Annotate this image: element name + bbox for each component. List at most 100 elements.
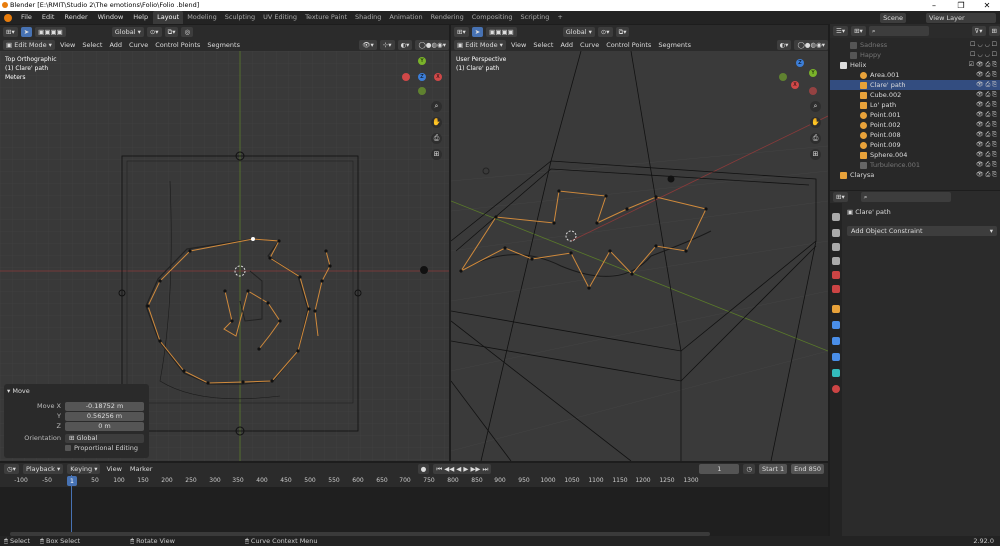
navigation-gizmo-y[interactable]: Y xyxy=(418,57,426,65)
visibility-icons[interactable]: ☑ 👁 ⎙ ⎘ xyxy=(969,60,997,70)
visibility-icons[interactable]: 👁 ⎙ ⎘ xyxy=(976,130,997,140)
redo-panel-title[interactable]: ▾ Move xyxy=(7,387,146,396)
pan-hand-icon-right[interactable]: ✋ xyxy=(810,117,821,128)
minimize-button[interactable]: – xyxy=(921,0,947,11)
outliner-row[interactable]: Area.001 👁 ⎙ ⎘ xyxy=(830,70,1000,80)
world-tab-icon[interactable] xyxy=(832,285,840,293)
move-x-field[interactable]: -0.18752 m xyxy=(65,401,144,411)
move-z-field[interactable]: 0 m xyxy=(65,421,144,431)
navigation-gizmo-neg-x-right[interactable] xyxy=(809,87,817,95)
outliner-display-mode[interactable]: ⊞▾ xyxy=(851,26,866,36)
navigation-gizmo-x-right[interactable]: X xyxy=(791,81,799,89)
camera-icon-right[interactable]: ⎙ xyxy=(810,133,821,144)
overlay-button[interactable]: ◐▾ xyxy=(397,39,413,50)
outliner-row[interactable]: Sphere.004 👁 ⎙ ⎘ xyxy=(830,150,1000,160)
shading-buttons[interactable]: ◯●◍◉▾ xyxy=(415,39,449,50)
timeline-view-menu[interactable]: View xyxy=(104,465,123,473)
menu-select[interactable]: Select xyxy=(80,41,104,49)
render-tab-icon[interactable] xyxy=(832,229,840,237)
move-y-field[interactable]: 0.56256 m xyxy=(65,411,144,421)
visibility-icons[interactable]: 👁 ⎙ ⎘ xyxy=(976,150,997,160)
camera-icon[interactable]: ⎙ xyxy=(431,133,442,144)
tab-layout[interactable]: Layout xyxy=(153,11,184,24)
grid-icon[interactable]: ⊞ xyxy=(431,149,442,160)
outliner-row[interactable]: Point.008 👁 ⎙ ⎘ xyxy=(830,130,1000,140)
add-workspace-button[interactable]: + xyxy=(553,11,566,24)
outliner-filter-button[interactable]: ⊽▾ xyxy=(971,26,986,36)
visibility-button[interactable]: 👁▾ xyxy=(359,39,377,50)
visibility-icons[interactable]: 👁 ⎙ ⎘ xyxy=(976,170,997,180)
outliner-row[interactable]: Sadness ☐ ◡ ◡ ☐ xyxy=(830,40,1000,50)
properties-search[interactable]: ⌕ xyxy=(860,192,951,202)
outliner-row[interactable]: Helix ☑ 👁 ⎙ ⎘ xyxy=(830,60,1000,70)
outliner-search[interactable]: ⌕ xyxy=(868,26,929,36)
editor-type-button[interactable]: ⊞▾ xyxy=(3,26,18,37)
select-tool-button[interactable]: ➤ xyxy=(20,26,33,37)
navigation-gizmo-neg-y[interactable] xyxy=(418,87,426,95)
transform-orientation-select-right[interactable]: Global ▾ xyxy=(562,26,595,37)
right-viewport[interactable]: User Perspective (1) Clare' path Z Y X ⌕… xyxy=(451,51,828,461)
tab-shading[interactable]: Shading xyxy=(351,11,385,24)
menu-view-right[interactable]: View xyxy=(509,41,528,49)
view-layer-selector[interactable]: View Layer xyxy=(926,12,996,23)
mode-select-right[interactable]: ▣ Edit Mode ▾ xyxy=(454,39,506,50)
outliner-row[interactable]: Point.002 👁 ⎙ ⎘ xyxy=(830,120,1000,130)
tab-compositing[interactable]: Compositing xyxy=(468,11,517,24)
blender-menu-icon[interactable] xyxy=(4,13,12,22)
editor-type-button-right[interactable]: ⊞▾ xyxy=(454,26,469,37)
menu-view[interactable]: View xyxy=(58,41,77,49)
visibility-icons[interactable]: 👁 ⎙ ⎘ xyxy=(976,120,997,130)
data-tab-icon[interactable] xyxy=(832,369,840,377)
playback-menu[interactable]: Playback ▾ xyxy=(22,464,64,474)
navigation-gizmo-z[interactable]: Z xyxy=(418,73,426,81)
tool-tab-icon[interactable] xyxy=(832,213,840,221)
keying-menu[interactable]: Keying ▾ xyxy=(67,464,101,474)
overlay-button-right[interactable]: ◐▾ xyxy=(776,39,792,50)
clock-icon[interactable]: ◷ xyxy=(743,464,756,474)
pan-hand-icon[interactable]: ✋ xyxy=(431,117,442,128)
proportional-checkbox[interactable] xyxy=(65,445,71,451)
visibility-icons[interactable]: 👁 ⎙ ⎘ xyxy=(976,110,997,120)
select-tool-button-right[interactable]: ➤ xyxy=(471,26,484,37)
scene-tab-icon[interactable] xyxy=(832,271,840,279)
playhead-frame-label[interactable]: 1 xyxy=(67,476,77,486)
tab-texture-paint[interactable]: Texture Paint xyxy=(301,11,351,24)
zoom-icon-right[interactable]: ⌕ xyxy=(810,101,821,112)
outliner-row[interactable]: Point.001 👁 ⎙ ⎘ xyxy=(830,110,1000,120)
navigation-gizmo-y-right[interactable]: Y xyxy=(809,69,817,77)
menu-control-points[interactable]: Control Points xyxy=(153,41,202,49)
snap-toggle-right[interactable]: ⧉▾ xyxy=(615,26,630,37)
tab-rendering[interactable]: Rendering xyxy=(427,11,468,24)
outliner-editor-type[interactable]: ☰▾ xyxy=(833,26,849,36)
gizmo-button[interactable]: ⊹▾ xyxy=(379,39,395,50)
outliner-row[interactable]: Turbulence.001 👁 ⎙ ⎘ xyxy=(830,160,1000,170)
menu-curve-right[interactable]: Curve xyxy=(578,41,601,49)
constraint-tab-icon[interactable] xyxy=(832,353,840,361)
tab-uv-editing[interactable]: UV Editing xyxy=(259,11,301,24)
object-tab-icon[interactable] xyxy=(832,305,840,313)
visibility-icons[interactable]: 👁 ⎙ ⎘ xyxy=(976,80,997,90)
timeline-marker-menu[interactable]: Marker xyxy=(128,465,154,473)
menu-select-right[interactable]: Select xyxy=(531,41,555,49)
menu-segments[interactable]: Segments xyxy=(205,41,242,49)
timeline-ruler[interactable]: -100-50150100150200250300350400450500550… xyxy=(0,475,828,487)
menu-control-points-right[interactable]: Control Points xyxy=(604,41,653,49)
scene-selector[interactable]: Scene xyxy=(880,12,906,23)
select-mode-buttons[interactable]: ▣▣▣▣ xyxy=(35,26,66,37)
grid-icon-right[interactable]: ⊞ xyxy=(810,149,821,160)
transform-orientation-select[interactable]: Global ▾ xyxy=(111,26,144,37)
output-tab-icon[interactable] xyxy=(832,243,840,251)
timeline-editor-type[interactable]: ◷▾ xyxy=(4,464,19,474)
outliner-row[interactable]: Happy ☐ ◡ ◡ ☐ xyxy=(830,50,1000,60)
navigation-gizmo-x[interactable]: X xyxy=(434,73,442,81)
menu-help[interactable]: Help xyxy=(128,11,153,24)
start-frame-field[interactable]: Start 1 xyxy=(759,464,788,474)
visibility-icons[interactable]: 👁 ⎙ ⎘ xyxy=(976,160,997,170)
menu-curve[interactable]: Curve xyxy=(127,41,150,49)
properties-editor-type[interactable]: ⊞▾ xyxy=(833,192,848,202)
snap-toggle[interactable]: ⧉▾ xyxy=(164,26,179,37)
maximize-button[interactable]: ❐ xyxy=(948,0,974,11)
end-frame-field[interactable]: End 850 xyxy=(791,464,824,474)
visibility-icons[interactable]: ☐ ◡ ◡ ☐ xyxy=(970,40,997,50)
menu-segments-right[interactable]: Segments xyxy=(656,41,693,49)
